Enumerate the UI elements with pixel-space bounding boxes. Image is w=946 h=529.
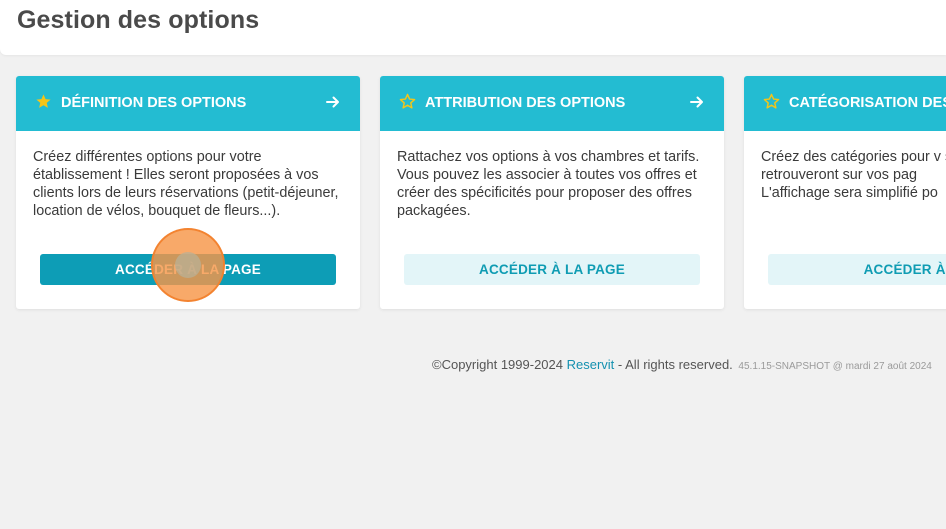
click-indicator-dot	[175, 252, 201, 278]
card-attribution-options: ATTRIBUTION DES OPTIONS Rattachez vos op…	[380, 76, 724, 309]
footer: ©Copyright 1999-2024 Reservit - All righ…	[432, 357, 932, 372]
star-icon	[36, 94, 51, 108]
reservit-link[interactable]: Reservit	[567, 357, 615, 372]
card-title: ATTRIBUTION DES OPTIONS	[425, 95, 626, 111]
arrow-right-icon[interactable]	[689, 94, 705, 110]
card-header[interactable]: CATÉGORISATION DES	[744, 76, 946, 131]
version-text: 45.1.15-SNAPSHOT @ mardi 27 août 2024	[738, 361, 932, 372]
star-outline-icon	[763, 93, 780, 109]
card-description: Créez des catégories pour v se retrouver…	[761, 149, 946, 201]
star-outline-icon	[399, 93, 416, 109]
rights-text: - All rights reserved.	[614, 357, 733, 372]
card-description: Créez différentes options pour votre éta…	[33, 149, 339, 219]
card-header[interactable]: DÉFINITION DES OPTIONS	[16, 76, 360, 131]
copyright-text: ©Copyright 1999-2024	[432, 357, 567, 372]
card-description: Rattachez vos options à vos chambres et …	[397, 149, 700, 219]
click-indicator	[151, 228, 225, 302]
access-page-button[interactable]: ACCÉDER À LA	[768, 254, 946, 285]
page-title: Gestion des options	[17, 6, 260, 34]
card-header[interactable]: ATTRIBUTION DES OPTIONS	[380, 76, 724, 131]
page-header: Gestion des options	[0, 0, 946, 55]
arrow-right-icon[interactable]	[325, 94, 341, 110]
card-title: DÉFINITION DES OPTIONS	[61, 95, 247, 111]
card-title: CATÉGORISATION DES	[789, 95, 946, 111]
access-page-button[interactable]: ACCÉDER À LA PAGE	[404, 254, 700, 285]
card-categorisation-options: CATÉGORISATION DES Créez des catégories …	[744, 76, 946, 309]
